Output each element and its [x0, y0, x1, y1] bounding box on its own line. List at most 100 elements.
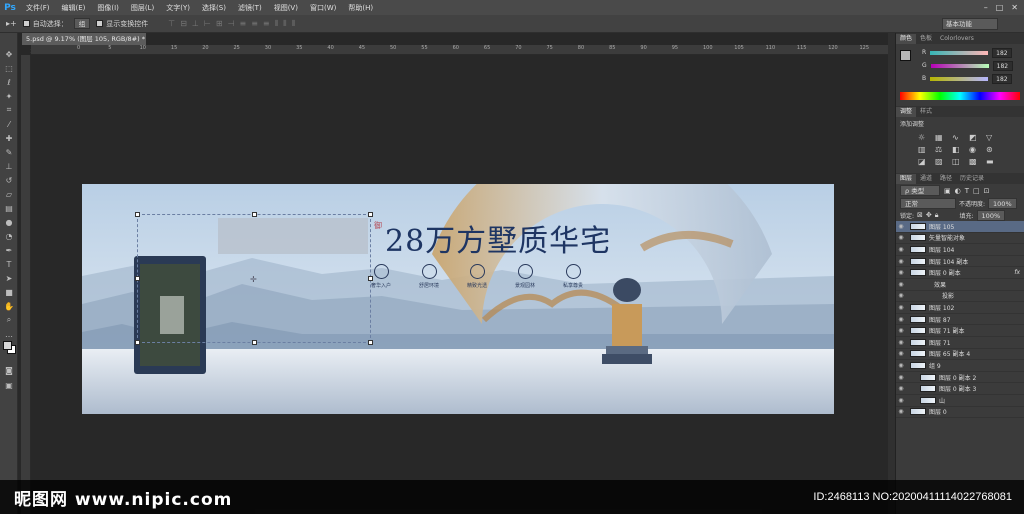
transform-handle[interactable] — [368, 340, 373, 345]
menu-item[interactable]: 编辑(E) — [56, 3, 92, 13]
panel-tab[interactable]: 历史记录 — [956, 174, 988, 184]
panel-tab[interactable]: 色板 — [916, 34, 936, 44]
path-select-icon[interactable]: ➤ — [0, 271, 18, 285]
invert-icon[interactable]: ◪ — [918, 157, 932, 166]
distribute-center-icon[interactable]: ≡ — [251, 19, 258, 29]
levels-icon[interactable]: ▦ — [935, 133, 949, 142]
transform-handle[interactable] — [135, 276, 140, 281]
layer-visibility-eye-icon[interactable]: ◉ — [896, 397, 906, 404]
layer-visibility-eye-icon[interactable]: ◉ — [896, 316, 906, 323]
layer-visibility-eye-icon[interactable]: ◉ — [896, 281, 906, 288]
blur-tool-icon[interactable]: ● — [0, 215, 18, 229]
transform-handle[interactable] — [135, 212, 140, 217]
dodge-tool-icon[interactable]: ◔ — [0, 229, 18, 243]
menu-item[interactable]: 图层(L) — [125, 3, 160, 13]
layer-visibility-eye-icon[interactable]: ◉ — [896, 269, 906, 276]
filter-smart-icon[interactable]: ⊡ — [984, 187, 990, 195]
exposure-icon[interactable]: ◩ — [969, 133, 983, 142]
transform-handle[interactable] — [135, 340, 140, 345]
layer-row[interactable]: ◉ 图层 0 — [896, 407, 1024, 419]
layer-row[interactable]: ◉ 图层 105 — [896, 221, 1024, 233]
photo-filter-icon[interactable]: ◉ — [969, 145, 983, 154]
layer-kind-dropdown[interactable]: ρ 类型 — [900, 185, 940, 196]
blend-mode-dropdown[interactable]: 正常 — [900, 197, 956, 209]
channel-slider[interactable] — [930, 50, 989, 55]
menu-item[interactable]: 窗口(W) — [304, 3, 342, 13]
lock-all-icon[interactable]: 🔒︎ — [935, 211, 939, 220]
transform-handle[interactable] — [368, 212, 373, 217]
show-transform-check-icon[interactable] — [96, 20, 104, 27]
layer-row[interactable]: ◉ 图层 0 副本 3 — [896, 383, 1024, 395]
align-right-icon[interactable]: ⊣ — [228, 19, 235, 29]
layer-visibility-eye-icon[interactable]: ◉ — [896, 258, 906, 265]
transform-bounding-box[interactable]: ✛ — [135, 212, 373, 345]
healing-brush-icon[interactable]: ✚ — [0, 131, 18, 145]
align-hcenter-icon[interactable]: ⊞ — [216, 19, 223, 29]
layer-visibility-eye-icon[interactable]: ◉ — [896, 327, 906, 334]
auto-select-checkbox[interactable]: 自动选择： — [22, 19, 68, 29]
color-spectrum[interactable] — [900, 92, 1020, 100]
filter-pixel-icon[interactable]: ▣ — [944, 187, 951, 195]
menu-item[interactable]: 文字(Y) — [160, 3, 196, 13]
clone-stamp-icon[interactable]: ⊥ — [0, 159, 18, 173]
align-vcenter-icon[interactable]: ⊟ — [180, 19, 187, 29]
panel-tab[interactable]: 样式 — [916, 107, 936, 117]
layer-row[interactable]: ◉ 图层 65 副本 4 — [896, 349, 1024, 361]
threshold-icon[interactable]: ◫ — [952, 157, 966, 166]
layer-row[interactable]: ◉ 图层 0 副本 2 — [896, 372, 1024, 384]
channel-slider[interactable] — [930, 76, 989, 81]
layer-row[interactable]: ◉ 图层 0 副本 fx — [896, 267, 1024, 279]
layer-row[interactable]: ◉ 图层 102 — [896, 302, 1024, 314]
panel-tab[interactable]: 图层 — [896, 174, 917, 184]
eyedropper-icon[interactable]: ⁄ — [0, 117, 18, 131]
panel-tab[interactable]: 颜色 — [896, 34, 917, 44]
layer-row[interactable]: ◉ 效果 — [896, 279, 1024, 291]
layer-row[interactable]: ◉ 图层 87 — [896, 314, 1024, 326]
channel-value-input[interactable]: 182 — [992, 47, 1013, 58]
auto-select-check-icon[interactable] — [22, 20, 30, 27]
auto-select-dropdown[interactable]: 组 — [73, 18, 91, 29]
layer-visibility-eye-icon[interactable]: ◉ — [896, 408, 906, 415]
panel-tab[interactable]: 路径 — [936, 174, 956, 184]
crop-tool-icon[interactable]: ⌗ — [0, 103, 18, 117]
transform-center-icon[interactable]: ✛ — [250, 275, 257, 284]
layer-visibility-eye-icon[interactable]: ◉ — [896, 385, 906, 392]
color-fg-swatch[interactable] — [900, 50, 911, 61]
layer-row[interactable]: ◉ 图层 104 副本 — [896, 256, 1024, 268]
workspace-dropdown[interactable]: 基本功能 — [942, 18, 998, 30]
filter-adjust-icon[interactable]: ◐ — [955, 187, 961, 195]
layer-row[interactable]: ◉ 组 9 — [896, 360, 1024, 372]
document-tab[interactable]: 5.psd @ 9.17% (图层 105, RGB/8#) * ✕ — [22, 33, 146, 55]
gradient-tool-icon[interactable]: ▤ — [0, 201, 18, 215]
move-tool-icon[interactable]: ▸+ — [6, 19, 17, 28]
panel-tab[interactable]: 调整 — [896, 107, 917, 117]
close-icon[interactable]: ✕ — [1011, 3, 1018, 12]
layer-row[interactable]: ◉ 图层 71 副本 — [896, 325, 1024, 337]
layer-visibility-eye-icon[interactable]: ◉ — [896, 223, 906, 230]
brightness-icon[interactable]: ☼ — [918, 133, 932, 142]
layer-fx-badge[interactable]: fx — [1014, 269, 1020, 276]
layer-row[interactable]: ◉ 图层 104 — [896, 244, 1024, 256]
layer-row[interactable]: ◉ 投影 — [896, 291, 1024, 303]
layer-visibility-eye-icon[interactable]: ◉ — [896, 362, 906, 369]
magic-wand-icon[interactable]: ✦ — [0, 89, 18, 103]
layer-visibility-eye-icon[interactable]: ◉ — [896, 292, 906, 299]
transform-handle[interactable] — [368, 276, 373, 281]
distribute-mid-icon[interactable]: ⦀ — [283, 19, 287, 29]
show-transform-checkbox[interactable]: 显示变换控件 — [96, 19, 148, 29]
layer-row[interactable]: ◉ 矢量智能对象 — [896, 233, 1024, 245]
layer-row[interactable]: ◉ 图层 71 — [896, 337, 1024, 349]
panel-tab[interactable]: Colorlovers — [936, 34, 978, 44]
panel-collapse-strip[interactable] — [888, 33, 895, 514]
transform-handle[interactable] — [252, 212, 257, 217]
black-white-icon[interactable]: ◧ — [952, 145, 966, 154]
layer-visibility-eye-icon[interactable]: ◉ — [896, 304, 906, 311]
channel-slider[interactable] — [930, 63, 989, 68]
distribute-top-icon[interactable]: ≡ — [240, 19, 247, 29]
align-bottom-icon[interactable]: ⊥ — [192, 19, 199, 29]
maximize-icon[interactable]: □ — [996, 3, 1004, 12]
filter-shape-icon[interactable]: □ — [973, 187, 980, 195]
hand-tool-icon[interactable]: ✋ — [0, 299, 18, 313]
vibrance-icon[interactable]: ▽ — [986, 133, 1000, 142]
transform-handle[interactable] — [252, 340, 257, 345]
